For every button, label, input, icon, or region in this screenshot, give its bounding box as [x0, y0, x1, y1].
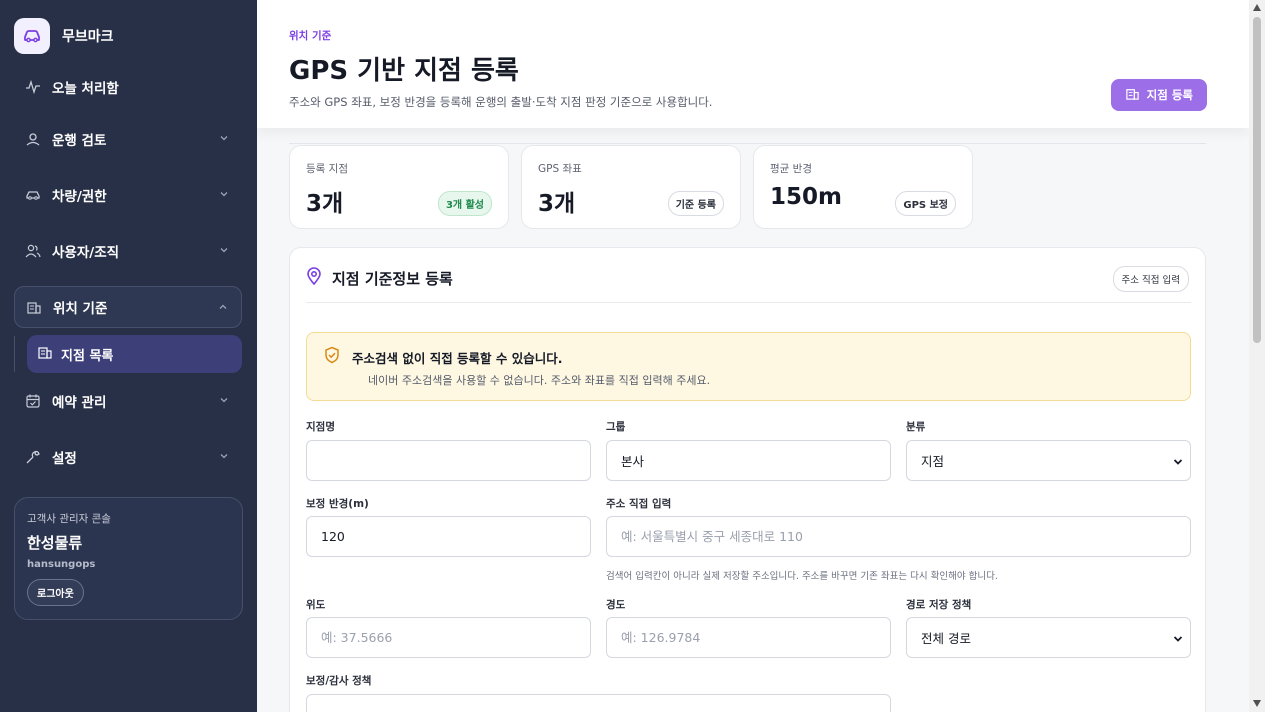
audit-policy-field[interactable]	[306, 694, 891, 712]
car-icon	[24, 186, 42, 204]
radius-label: 보정 반경(m)	[306, 498, 369, 510]
divider	[306, 302, 1191, 303]
account-user-id: hansungops	[27, 559, 96, 570]
sub-nav-line	[14, 336, 15, 372]
stat-value: 3개	[306, 191, 344, 217]
sidebar-item-today[interactable]: 오늘 처리함	[14, 66, 242, 108]
address-label: 주소 직접 입력	[606, 498, 672, 510]
audit-policy-label: 보정/감사 정책	[306, 675, 372, 687]
group-label: 그룹	[606, 421, 626, 433]
address-hint: 검색어 입력칸이 아니라 실제 저장할 주소입니다. 주소를 바꾸면 기존 좌표…	[606, 571, 998, 582]
stat-card-branches: 등록 지점 3개 3개 활성	[289, 145, 509, 229]
sidebar-item-users[interactable]: 사용자/조직	[14, 230, 242, 272]
logout-button[interactable]: 로그아웃	[27, 579, 84, 606]
chevron-down-icon	[1173, 636, 1183, 642]
stat-label: 평균 반경	[770, 163, 812, 175]
branch-name-input[interactable]	[306, 440, 591, 481]
category-label: 분류	[906, 421, 926, 433]
shield-check-icon	[324, 346, 340, 368]
latitude-input[interactable]	[306, 617, 591, 658]
page-header: 위치 기준 GPS 기반 지점 등록 주소와 GPS 좌표, 보정 반경을 등록…	[257, 0, 1249, 128]
form-title: 지점 기준정보 등록	[306, 267, 453, 289]
route-policy-label: 경로 저장 정책	[906, 599, 972, 611]
input-mode-badge: 주소 직접 입력	[1112, 266, 1189, 292]
stat-value: 3개	[538, 191, 576, 217]
sidebar-item-trip-review[interactable]: 운행 검토	[14, 118, 242, 160]
sidebar-item-label: 설정	[52, 451, 77, 467]
branch-form-card: 지점 기준정보 등록 주소 직접 입력 주소검색 없이 직접 등록할 수 있습니…	[289, 247, 1206, 712]
chevron-down-icon	[1173, 459, 1183, 465]
longitude-input[interactable]	[606, 617, 891, 658]
scrollbar-thumb[interactable]	[1253, 17, 1261, 343]
status-badge: 기준 등록	[667, 191, 724, 216]
sidebar-item-label: 오늘 처리함	[52, 81, 119, 97]
chevron-down-icon	[220, 398, 228, 403]
group-input[interactable]	[606, 440, 891, 481]
chevron-down-icon	[220, 248, 228, 253]
chevron-down-icon	[220, 192, 228, 197]
chevron-down-icon	[220, 136, 228, 141]
activity-icon	[24, 78, 42, 96]
building-icon	[37, 344, 53, 364]
wrench-icon	[24, 448, 42, 466]
sidebar-item-reservations[interactable]: 예약 관리	[14, 380, 242, 422]
sidebar-item-settings[interactable]: 설정	[14, 436, 242, 478]
radius-input[interactable]	[306, 516, 591, 557]
sidebar-item-vehicles[interactable]: 차량/권한	[14, 174, 242, 216]
stat-label: 등록 지점	[306, 163, 348, 175]
map-pin-icon	[306, 267, 322, 289]
sidebar-subitem-label: 지점 목록	[61, 348, 114, 364]
divider	[289, 143, 1206, 144]
calendar-check-icon	[24, 392, 42, 410]
branch-name-label: 지점명	[306, 421, 335, 433]
route-icon	[24, 130, 42, 148]
longitude-label: 경도	[606, 599, 626, 611]
route-policy-value: 전체 경로	[921, 631, 971, 646]
users-icon	[24, 242, 42, 260]
brand[interactable]: 무브마크	[14, 18, 114, 54]
scroll-up-arrow-icon[interactable]	[1253, 4, 1261, 11]
sidebar: 무브마크 오늘 처리함 운행 검토 차량/권한 사용자/조직 위치 기준 지점 …	[0, 0, 257, 712]
notice-banner: 주소검색 없이 직접 등록할 수 있습니다. 네이버 주소검색을 사용할 수 없…	[306, 332, 1191, 401]
breadcrumb: 위치 기준	[289, 30, 332, 42]
stat-label: GPS 좌표	[538, 163, 582, 175]
category-select[interactable]: 지점	[906, 440, 1191, 481]
page-description: 주소와 GPS 좌표, 보정 반경을 등록해 운행의 출발·도착 지점 판정 기…	[289, 95, 713, 109]
sidebar-item-label: 예약 관리	[52, 395, 107, 411]
brand-name: 무브마크	[62, 29, 114, 45]
sidebar-item-location[interactable]: 위치 기준	[14, 286, 242, 328]
chevron-up-icon	[219, 304, 227, 309]
car-icon	[14, 18, 50, 54]
scroll-down-arrow-icon[interactable]	[1253, 700, 1261, 707]
sidebar-subitem-branch-list[interactable]: 지점 목록	[27, 335, 242, 373]
route-policy-select[interactable]: 전체 경로	[906, 617, 1191, 658]
stat-card-gps: GPS 좌표 3개 기준 등록	[521, 145, 741, 229]
page-scrollbar[interactable]	[1249, 0, 1265, 712]
account-panel: 고객사 관리자 콘솔 한성물류 hansungops 로그아웃	[14, 497, 243, 620]
status-badge: 3개 활성	[437, 191, 492, 216]
notice-title: 주소검색 없이 직접 등록할 수 있습니다.	[352, 351, 563, 366]
status-badge: GPS 보정	[895, 191, 956, 216]
sidebar-item-label: 차량/권한	[52, 189, 107, 205]
form-title-label: 지점 기준정보 등록	[332, 269, 453, 288]
category-select-value: 지점	[921, 454, 945, 469]
stat-card-radius: 평균 반경 150m GPS 보정	[753, 145, 973, 229]
chevron-down-icon	[220, 454, 228, 459]
latitude-label: 위도	[306, 599, 326, 611]
notice-text: 네이버 주소검색을 사용할 수 없습니다. 주소와 좌표를 직접 입력해 주세요…	[368, 374, 711, 387]
register-branch-button[interactable]: 지점 등록	[1110, 79, 1207, 111]
main-content: 위치 기준 GPS 기반 지점 등록 주소와 GPS 좌표, 보정 반경을 등록…	[257, 0, 1249, 712]
stat-value: 150m	[770, 184, 842, 210]
sidebar-item-label: 운행 검토	[52, 133, 107, 149]
building-icon	[1125, 86, 1140, 104]
address-input[interactable]	[606, 516, 1191, 557]
sidebar-item-label: 위치 기준	[53, 301, 108, 317]
building-icon	[25, 298, 43, 316]
sidebar-item-label: 사용자/조직	[52, 245, 120, 261]
account-role: 고객사 관리자 콘솔	[27, 513, 111, 525]
page-title: GPS 기반 지점 등록	[289, 56, 519, 86]
register-branch-label: 지점 등록	[1146, 88, 1193, 102]
account-company: 한성물류	[27, 534, 83, 552]
